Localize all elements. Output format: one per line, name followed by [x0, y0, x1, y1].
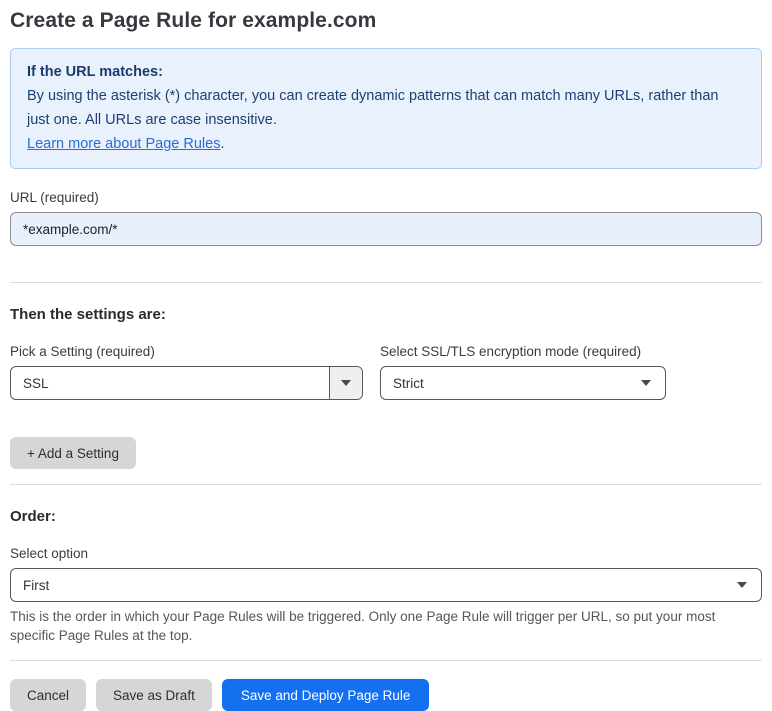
- order-dropdown[interactable]: First: [10, 568, 762, 602]
- url-match-info-box: If the URL matches: By using the asteris…: [10, 48, 762, 169]
- setting-picker-label: Pick a Setting (required): [10, 344, 155, 359]
- settings-row: Pick a Setting (required) SSL Select SSL…: [10, 323, 762, 400]
- url-input[interactable]: [10, 212, 762, 246]
- info-box-heading: If the URL matches:: [27, 64, 163, 80]
- info-box-text: By using the asterisk (*) character, you…: [27, 88, 719, 128]
- settings-section-heading: Then the settings are:: [10, 306, 166, 323]
- order-select-label: Select option: [10, 546, 89, 561]
- setting-picker-value: SSL: [23, 375, 49, 391]
- chevron-down-icon: [737, 582, 747, 588]
- ssl-mode-dropdown[interactable]: Strict: [380, 366, 666, 400]
- add-setting-button[interactable]: + Add a Setting: [10, 437, 136, 469]
- chevron-down-icon: [641, 380, 651, 386]
- divider: [10, 282, 762, 283]
- order-value: First: [23, 577, 50, 593]
- ssl-mode-value: Strict: [393, 375, 424, 391]
- divider: [10, 660, 762, 661]
- chevron-down-icon: [341, 380, 351, 386]
- order-section-heading: Order:: [10, 508, 56, 525]
- setting-picker-dropdown[interactable]: SSL: [10, 366, 363, 400]
- cancel-button[interactable]: Cancel: [10, 679, 87, 711]
- footer-actions: Cancel Save as Draft Save and Deploy Pag…: [10, 679, 762, 711]
- url-field-label: URL (required): [10, 190, 99, 205]
- order-help-text: This is the order in which your Page Rul…: [10, 609, 716, 643]
- learn-more-link[interactable]: Learn more about Page Rules: [27, 136, 220, 152]
- save-as-draft-button[interactable]: Save as Draft: [96, 679, 212, 711]
- page-rule-form: Create a Page Rule for example.com If th…: [0, 0, 772, 711]
- page-title: Create a Page Rule for example.com: [10, 9, 377, 32]
- info-box-body: By using the asterisk (*) character, you…: [27, 84, 745, 156]
- setting-picker-column: Pick a Setting (required) SSL: [10, 323, 363, 400]
- save-and-deploy-button[interactable]: Save and Deploy Page Rule: [221, 679, 430, 711]
- dropdown-arrow-button[interactable]: [329, 367, 362, 399]
- divider: [10, 484, 762, 485]
- ssl-mode-label: Select SSL/TLS encryption mode (required…: [380, 344, 642, 359]
- ssl-mode-column: Select SSL/TLS encryption mode (required…: [380, 323, 666, 400]
- link-period: .: [220, 136, 225, 152]
